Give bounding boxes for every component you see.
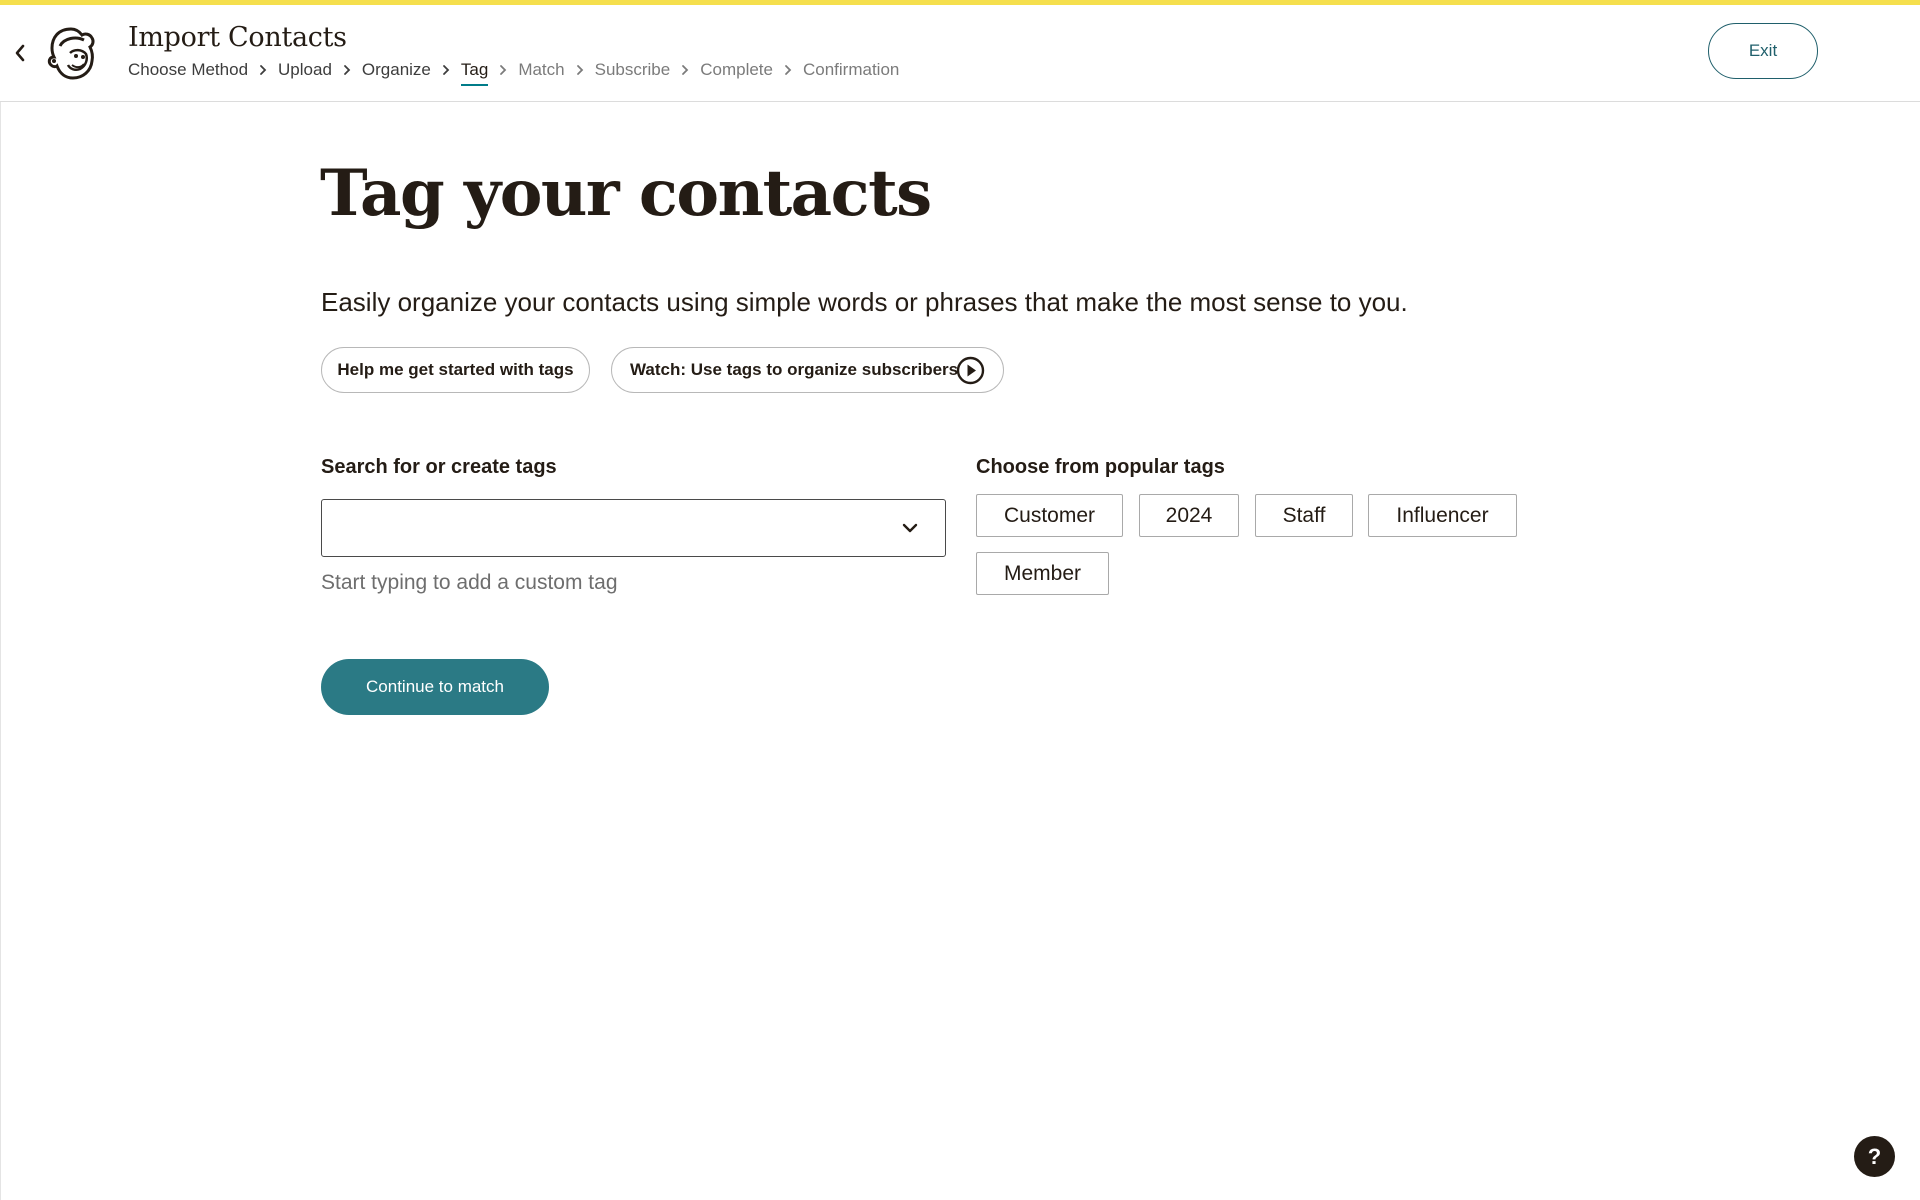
breadcrumb-organize[interactable]: Organize	[362, 60, 431, 80]
tag-search-combobox[interactable]	[321, 499, 946, 557]
help-get-started-label: Help me get started with tags	[337, 360, 574, 379]
search-tags-label: Search for or create tags	[321, 456, 557, 478]
intro-text: Easily organize your contacts using simp…	[321, 287, 1408, 317]
tag-chip-2024[interactable]: 2024	[1139, 494, 1239, 537]
breadcrumb-upload[interactable]: Upload	[278, 60, 332, 80]
watch-video-label: Watch: Use tags to organize subscribers	[630, 360, 959, 379]
help-question-icon[interactable]: ?	[1854, 1136, 1895, 1177]
chevron-right-icon	[488, 56, 518, 84]
tag-chip-influencer[interactable]: Influencer	[1368, 494, 1517, 537]
chevron-right-icon	[248, 56, 278, 84]
breadcrumb-subscribe: Subscribe	[594, 60, 671, 79]
dropdown-toggle[interactable]	[899, 517, 921, 539]
tag-search-input[interactable]	[338, 512, 878, 544]
search-hint: Start typing to add a custom tag	[321, 571, 618, 594]
left-divider	[0, 102, 1, 1200]
tag-chip-staff[interactable]: Staff	[1255, 494, 1353, 537]
continue-to-match-button[interactable]: Continue to match	[321, 659, 549, 715]
top-bar: Import Contacts Choose Method Upload Org…	[0, 5, 1920, 102]
chevron-left-icon	[15, 44, 25, 62]
back-button[interactable]	[8, 39, 32, 67]
breadcrumb-complete: Complete	[700, 60, 773, 79]
chevron-right-icon	[332, 56, 362, 84]
help-get-started-button[interactable]: Help me get started with tags	[321, 347, 590, 393]
popular-tags-label: Choose from popular tags	[976, 456, 1225, 478]
exit-button[interactable]: Exit	[1708, 23, 1818, 79]
tag-chip-member[interactable]: Member	[976, 552, 1109, 595]
chevron-right-icon	[773, 56, 803, 84]
page-title: Tag your contacts	[320, 156, 932, 231]
chevron-down-icon	[902, 523, 918, 533]
breadcrumb-choose-method[interactable]: Choose Method	[128, 60, 248, 80]
breadcrumb-confirmation: Confirmation	[802, 60, 900, 79]
breadcrumb-match: Match	[518, 60, 565, 79]
breadcrumb: Choose Method Upload Organize Tag Match …	[128, 56, 900, 86]
play-circle-icon	[956, 356, 985, 385]
chevron-right-icon	[431, 56, 461, 84]
breadcrumb-tag[interactable]: Tag	[460, 60, 489, 86]
freddie-monkey-logo[interactable]	[46, 26, 96, 80]
tag-chip-customer[interactable]: Customer	[976, 494, 1123, 537]
chevron-right-icon	[670, 56, 700, 84]
chevron-right-icon	[565, 56, 595, 84]
watch-video-button[interactable]: Watch: Use tags to organize subscribers	[611, 347, 1004, 393]
app-title: Import Contacts	[128, 22, 347, 53]
